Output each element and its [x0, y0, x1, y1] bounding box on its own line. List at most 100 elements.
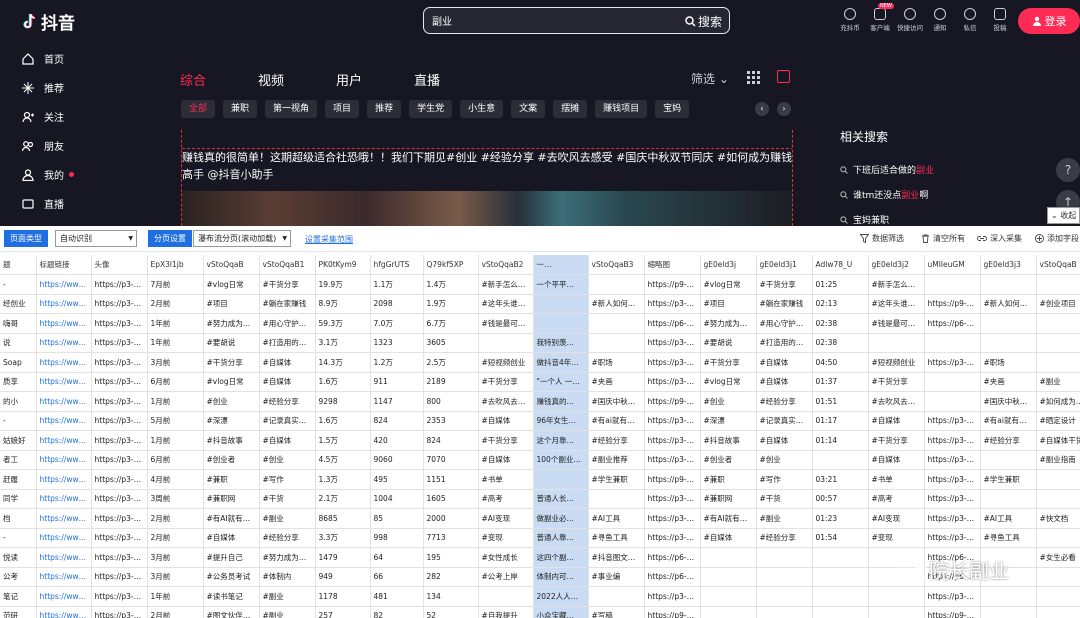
- table-cell[interactable]: #自媒体: [259, 352, 316, 373]
- table-cell[interactable]: https://p3-…: [91, 430, 148, 451]
- table-cell[interactable]: 420: [370, 430, 424, 451]
- table-cell[interactable]: #有AI就有…: [203, 508, 260, 529]
- table-cell[interactable]: 4.5万: [315, 450, 371, 470]
- table-cell[interactable]: #用心守护…: [259, 313, 316, 334]
- table-cell[interactable]: [588, 586, 645, 607]
- table-cell[interactable]: 1月前: [147, 391, 204, 412]
- table-cell[interactable]: #职场: [588, 352, 645, 373]
- table-cell[interactable]: #干货: [259, 489, 316, 509]
- table-cell[interactable]: #AI工具: [980, 508, 1037, 529]
- table-cell[interactable]: https://p3-…: [924, 508, 981, 529]
- table-cell[interactable]: https://p3-…: [91, 528, 148, 548]
- tool-messages[interactable]: 私信: [955, 5, 985, 32]
- table-cell[interactable]: 范研: [0, 606, 37, 618]
- table-cell[interactable]: 824: [423, 430, 479, 451]
- table-cell[interactable]: [533, 313, 589, 334]
- table-cell[interactable]: #干货分享: [868, 430, 925, 451]
- column-header[interactable]: Q79kf5XP: [423, 255, 479, 275]
- table-cell[interactable]: [980, 274, 1037, 295]
- table-cell[interactable]: #新手怎么…: [868, 274, 925, 295]
- table-cell[interactable]: [924, 372, 981, 392]
- table-cell[interactable]: https://ww…: [36, 274, 92, 295]
- table-cell[interactable]: [533, 469, 589, 490]
- table-cell[interactable]: #AI变现: [868, 508, 925, 529]
- category-tag[interactable]: 小生意: [460, 100, 504, 118]
- table-cell[interactable]: 2022人人…: [533, 586, 589, 607]
- table-cell[interactable]: #创业: [259, 450, 316, 470]
- tab-comprehensive[interactable]: 综合: [180, 70, 206, 89]
- column-header[interactable]: 缩略图: [644, 255, 701, 275]
- table-cell[interactable]: #自我提升: [478, 606, 534, 618]
- table-cell[interactable]: 7070: [423, 450, 479, 470]
- table-cell[interactable]: https://p3-…: [924, 450, 981, 470]
- table-cell[interactable]: https://p3-…: [644, 411, 701, 431]
- table-cell[interactable]: https://p3-…: [91, 489, 148, 509]
- table-cell[interactable]: #经验分享: [588, 430, 645, 451]
- table-cell[interactable]: #兼职网: [203, 489, 260, 509]
- table-cell[interactable]: [1036, 274, 1080, 295]
- table-cell[interactable]: 姑娘好: [0, 430, 37, 451]
- table-cell[interactable]: 同学: [0, 489, 37, 509]
- table-cell[interactable]: #干货: [756, 489, 813, 509]
- category-tag[interactable]: 推荐: [367, 100, 402, 118]
- table-cell[interactable]: [868, 586, 925, 607]
- table-cell[interactable]: #创业: [203, 391, 260, 412]
- table-cell[interactable]: #创业者: [203, 450, 260, 470]
- table-cell[interactable]: [812, 606, 869, 618]
- table-cell[interactable]: #深漂: [700, 411, 757, 431]
- table-cell[interactable]: [868, 333, 925, 353]
- table-cell[interactable]: #自媒体: [868, 411, 925, 431]
- table-cell[interactable]: 3605: [423, 333, 479, 353]
- table-cell[interactable]: #自媒体: [259, 430, 316, 451]
- table-cell[interactable]: 800: [423, 391, 479, 412]
- table-cell[interactable]: 282: [423, 567, 479, 587]
- table-cell[interactable]: #躺在家赚钱: [259, 294, 316, 314]
- table-cell[interactable]: 00:57: [812, 489, 869, 509]
- table-cell[interactable]: #职场: [980, 352, 1037, 373]
- collapse-button[interactable]: ⌄ 收起: [1047, 207, 1080, 224]
- table-cell[interactable]: [1036, 469, 1080, 490]
- table-cell[interactable]: #读书笔记: [203, 586, 260, 607]
- table-cell[interactable]: 01:54: [812, 528, 869, 548]
- table-cell[interactable]: [1036, 352, 1080, 373]
- table-cell[interactable]: 02:38: [812, 313, 869, 334]
- table-cell[interactable]: 1.9万: [423, 294, 479, 314]
- tool-notifications[interactable]: 通知: [925, 5, 955, 32]
- table-cell[interactable]: [756, 547, 813, 568]
- table-cell[interactable]: 1.6万: [315, 411, 371, 431]
- table-cell[interactable]: 1年前: [147, 313, 204, 334]
- table-cell[interactable]: [924, 391, 981, 412]
- table-cell[interactable]: https://p3-…: [91, 294, 148, 314]
- table-cell[interactable]: 赶履: [0, 469, 37, 490]
- table-cell[interactable]: 6月前: [147, 372, 204, 392]
- related-item[interactable]: 谁tm还没点 副业啊: [840, 182, 1050, 207]
- column-header[interactable]: 标题链接: [36, 255, 92, 275]
- table-cell[interactable]: #要胡说: [203, 333, 260, 353]
- table-cell[interactable]: #创业者: [700, 450, 757, 470]
- table-cell[interactable]: 经创业: [0, 294, 37, 314]
- column-header[interactable]: vStoQqaB3: [588, 255, 645, 275]
- table-cell[interactable]: 3.1万: [315, 333, 371, 353]
- table-cell[interactable]: https://p3-…: [91, 469, 148, 490]
- table-cell[interactable]: #去吹风去…: [868, 391, 925, 412]
- table-cell[interactable]: #写作: [259, 469, 316, 490]
- table-cell[interactable]: 14.3万: [315, 352, 371, 373]
- table-cell[interactable]: #副业: [756, 508, 813, 529]
- table-cell[interactable]: #有ai就有…: [980, 411, 1037, 431]
- column-header[interactable]: gE0eld3j1: [756, 255, 813, 275]
- tab-video[interactable]: 视频: [258, 70, 284, 89]
- column-header[interactable]: gE0eld3j2: [868, 255, 925, 275]
- table-cell[interactable]: #创业: [756, 450, 813, 470]
- table-cell[interactable]: #项目: [203, 294, 260, 314]
- table-cell[interactable]: #钱是最可…: [478, 313, 534, 334]
- category-tag[interactable]: 赚钱项目: [595, 100, 648, 118]
- table-cell[interactable]: https://p3-…: [91, 333, 148, 353]
- table-cell[interactable]: 100个副业…: [533, 450, 589, 470]
- paging-button[interactable]: 分页设置: [148, 230, 192, 247]
- table-cell[interactable]: #女生必看: [1036, 547, 1080, 568]
- table-cell[interactable]: 2月前: [147, 294, 204, 314]
- chevron-left-icon[interactable]: ‹: [755, 102, 769, 116]
- column-header[interactable]: vStoQqaB: [203, 255, 260, 275]
- related-item[interactable]: 下班后适合做的 副业: [840, 157, 1050, 182]
- table-cell[interactable]: -: [0, 528, 37, 548]
